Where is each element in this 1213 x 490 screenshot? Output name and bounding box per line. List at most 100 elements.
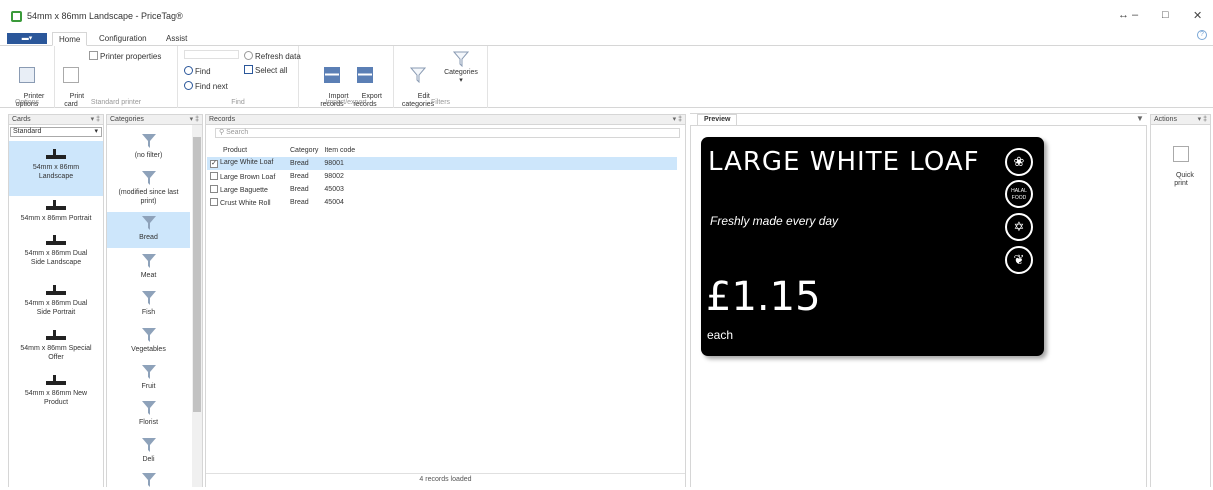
ribbon-group-label: Filters	[430, 99, 451, 106]
categories-scrollbar[interactable]	[192, 125, 202, 487]
cell-item-code: 45004	[324, 199, 344, 206]
pin-icon[interactable]: ▾ ‡	[91, 115, 100, 124]
pin-icon[interactable]: ▾ ‡	[1198, 115, 1207, 124]
card-item[interactable]: 54mm x 86mm Special Offer	[9, 328, 103, 372]
tab-home[interactable]: Home	[52, 32, 88, 46]
card-type-dropdown[interactable]: Standard ▾	[10, 127, 102, 137]
properties-icon	[89, 51, 98, 60]
card-type-value: Standard	[13, 128, 42, 135]
row-checkbox[interactable]: ✓	[210, 160, 218, 168]
row-checkbox[interactable]	[210, 198, 218, 206]
chevron-down-icon: ▾	[94, 128, 98, 135]
pin-icon[interactable]: ▾ ‡	[190, 115, 199, 124]
row-checkbox[interactable]	[210, 185, 218, 193]
category-item[interactable]: Meat	[107, 253, 190, 280]
export-records-button[interactable]: Export records	[350, 51, 382, 117]
funnel-icon	[453, 51, 469, 67]
category-item[interactable]: Vegetables	[107, 327, 190, 354]
category-item[interactable]: (modified since last print)	[107, 170, 190, 206]
category-label: (modified since last print)	[118, 189, 179, 205]
cell-product: Large Brown Loaf	[220, 174, 276, 181]
column-header-category[interactable]: Category	[287, 144, 321, 157]
card-item[interactable]: 54mm x 86mm Landscape	[9, 141, 103, 196]
records-panel: ⚲ Search Product Category Item code ✓ Lar…	[205, 125, 686, 487]
card-item[interactable]: 54mm x 86mm Portrait	[9, 198, 103, 232]
table-row[interactable]: Large Baguette Bread 45003	[207, 183, 677, 196]
records-status: 4 records loaded	[419, 476, 472, 483]
cell-category: Bread	[287, 157, 322, 170]
category-label: (no filter)	[134, 152, 163, 159]
tab-assist[interactable]: Assist	[160, 32, 193, 46]
quick-print-button[interactable]: Quick print	[1166, 130, 1196, 196]
column-header-item-code[interactable]: Item code	[321, 144, 677, 157]
tab-preview[interactable]: Preview	[697, 114, 737, 125]
ribbon-group-options: Printer options Options	[0, 46, 55, 108]
card-item[interactable]: 54mm x 86mm Dual Side Portrait	[9, 283, 103, 327]
category-item[interactable]: Florist	[107, 400, 190, 427]
ribbon-group-label: Import/export	[325, 99, 367, 106]
close-button[interactable]: ✕	[1193, 9, 1202, 22]
ribbon-group-find: Find Find next Refresh data Select all F…	[178, 46, 301, 108]
card-landscape-icon	[46, 149, 66, 159]
minimize-button[interactable]: –	[1132, 9, 1138, 21]
price-tag-preview: LARGE WHITE LOAF Freshly made every day …	[701, 137, 1044, 356]
categories-dropdown-button[interactable]: Categories ▾	[441, 51, 481, 85]
search-icon: ⚲	[219, 129, 225, 136]
cell-category: Bread	[290, 186, 309, 193]
kosher-star-icon: ✡	[1005, 213, 1033, 241]
card-item-label: 54mm x 86mm New Product	[24, 390, 88, 406]
category-item-partial[interactable]	[107, 472, 190, 490]
card-item[interactable]: 54mm x 86mm New Product	[9, 373, 103, 417]
preview-options-icon[interactable]: ▼	[1136, 114, 1144, 123]
search-placeholder: Search	[226, 129, 249, 136]
ribbon-group-filters: Edit categories Categories ▾ Filters	[394, 46, 488, 108]
select-all-icon	[244, 65, 253, 74]
find-next-button[interactable]: Find next	[184, 81, 228, 91]
table-row[interactable]: Crust White Roll Bread 45004	[207, 196, 677, 209]
funnel-icon	[410, 67, 426, 83]
row-checkbox[interactable]	[210, 172, 218, 180]
quick-print-icon	[1173, 146, 1189, 162]
scrollbar-thumb[interactable]	[193, 137, 201, 412]
card-portrait-icon	[46, 200, 66, 210]
records-search-input[interactable]: ⚲ Search	[215, 128, 680, 138]
table-row[interactable]: ✓ Large White Loaf Bread 98001	[207, 157, 677, 170]
column-header-product[interactable]: Product	[207, 144, 287, 157]
actions-panel: Quick print	[1150, 125, 1211, 487]
maximize-button[interactable]: □	[1162, 9, 1169, 21]
file-menu-button[interactable]: ▬▾	[7, 33, 47, 44]
table-header-row: Product Category Item code	[207, 144, 677, 157]
category-label: Deli	[142, 456, 155, 463]
import-records-button[interactable]: Import records	[317, 51, 349, 117]
card-item[interactable]: 54mm x 86mm Dual Side Landscape	[9, 233, 103, 277]
cell-category: Bread	[290, 199, 309, 206]
category-item[interactable]: Fish	[107, 290, 190, 317]
funnel-icon	[141, 365, 156, 379]
find-button[interactable]: Find	[184, 66, 211, 76]
category-item[interactable]: Bread	[107, 212, 190, 248]
cell-product: Large Baguette	[220, 187, 268, 194]
select-all-button[interactable]: Select all	[244, 65, 287, 75]
halal-food-icon: HALAL FOOD	[1005, 180, 1033, 208]
print-card-button[interactable]: Print card	[58, 51, 84, 117]
category-item[interactable]: (no filter)	[107, 133, 190, 160]
tab-configuration[interactable]: Configuration	[93, 32, 153, 46]
refresh-data-button[interactable]: Refresh data	[244, 51, 301, 61]
records-table: Product Category Item code ✓ Large White …	[207, 144, 677, 209]
ribbon-tab-row: ▬▾ Home Configuration Assist	[0, 30, 1213, 46]
card-new-product-icon	[46, 375, 66, 385]
edit-categories-button[interactable]: Edit categories	[399, 51, 437, 117]
restore-layout-icon[interactable]: ↔	[1118, 9, 1129, 21]
ribbon-group-label: Standard printer	[90, 99, 142, 106]
printer-options-button[interactable]: Printer options	[12, 51, 44, 117]
label-subtitle: Freshly made every day	[710, 214, 839, 228]
card-item-label: 54mm x 86mm Portrait	[20, 215, 92, 222]
category-item[interactable]: Deli	[107, 437, 190, 464]
funnel-icon	[141, 134, 156, 148]
table-row[interactable]: Large Brown Loaf Bread 98002	[207, 170, 677, 183]
pin-icon[interactable]: ▾ ‡	[673, 115, 682, 124]
find-input[interactable]	[184, 50, 239, 59]
records-panel-header: Records ▾ ‡	[205, 114, 686, 125]
category-item[interactable]: Fruit	[107, 364, 190, 391]
printer-properties-button[interactable]: Printer properties	[89, 51, 161, 61]
